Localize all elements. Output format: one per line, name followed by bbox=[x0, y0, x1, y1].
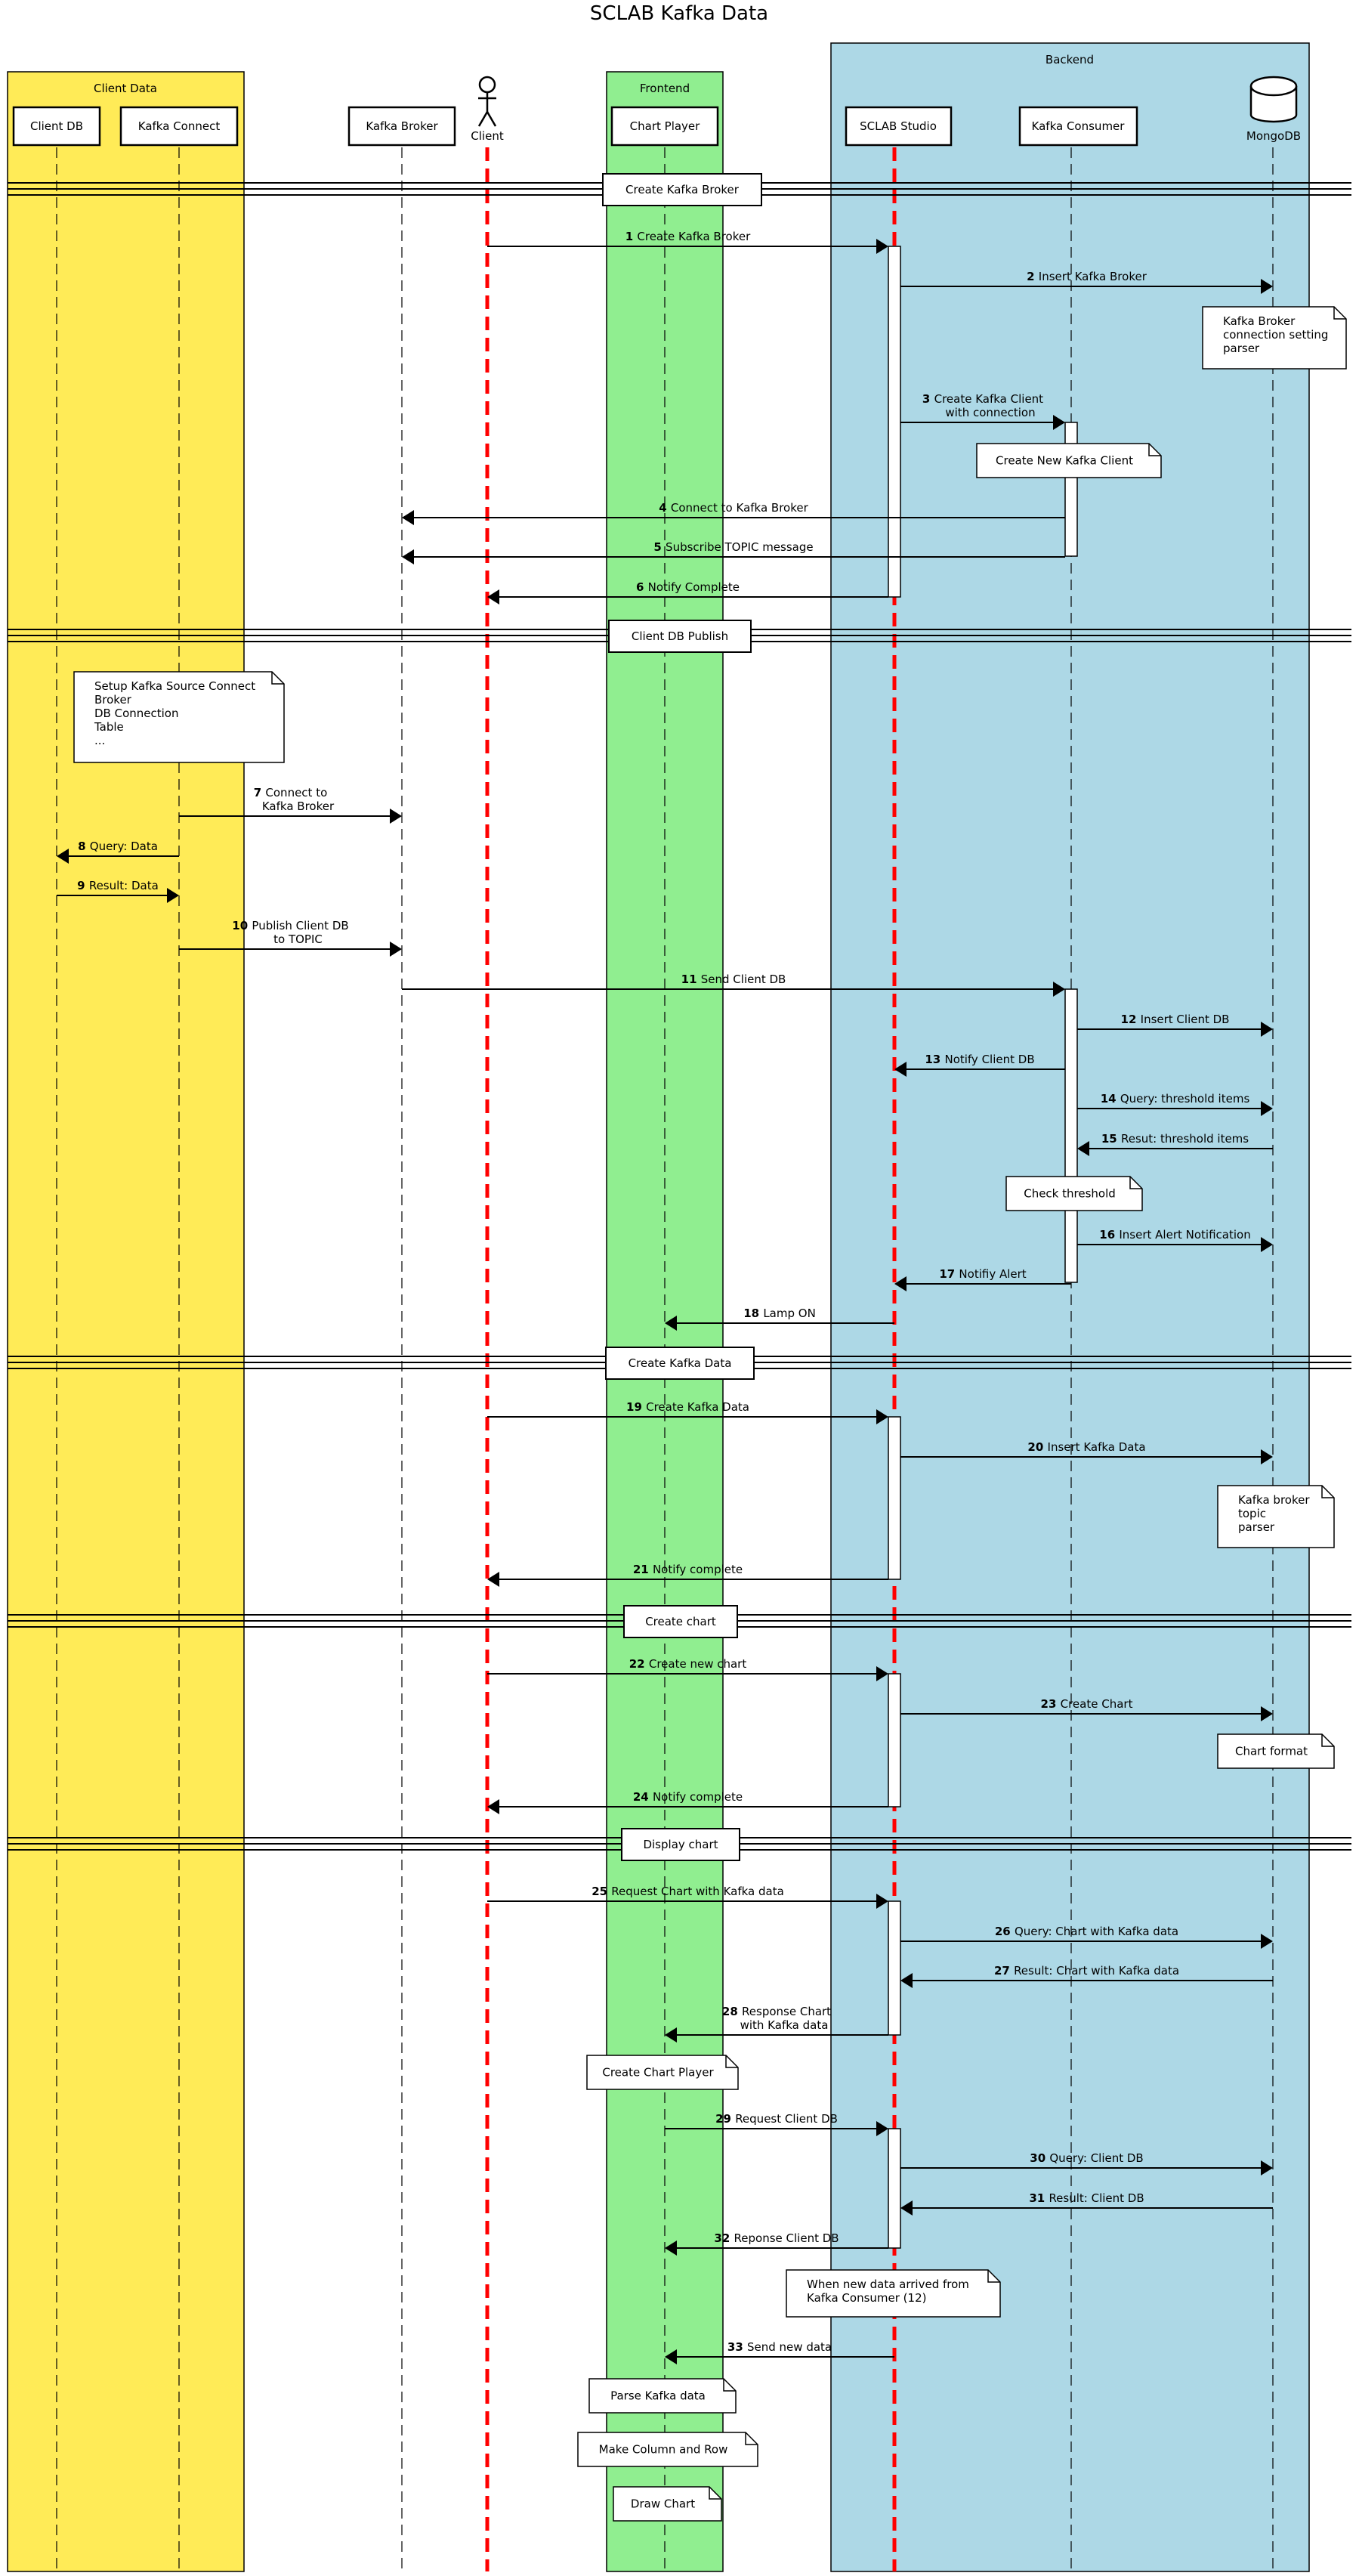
note: Kafka Broker connection setting parser bbox=[1202, 306, 1347, 370]
message-label: 20 Insert Kafka Data bbox=[1027, 1440, 1145, 1454]
participant-kafka-broker[interactable]: Kafka Broker bbox=[347, 106, 456, 147]
message-label: 21 Notify complete bbox=[633, 1563, 743, 1576]
message-label: 9 Result: Data bbox=[77, 879, 159, 892]
note: Kafka broker topic parser bbox=[1217, 1485, 1335, 1548]
message-label: 2 Insert Kafka Broker bbox=[1027, 270, 1147, 283]
section-divider-label: Client DB Publish bbox=[632, 629, 728, 643]
message-label: 16 Insert Alert Notification bbox=[1099, 1228, 1250, 1242]
participant-label: Chart Player bbox=[630, 119, 700, 133]
message-label: 1 Create Kafka Broker bbox=[625, 230, 751, 243]
note-text: Chart format bbox=[1235, 1745, 1308, 1758]
note: Chart format bbox=[1217, 1733, 1335, 1769]
message-label: 29 Request Client DB bbox=[715, 2112, 838, 2126]
activation-bar bbox=[888, 1673, 901, 1808]
participant-client-actor[interactable]: Client bbox=[471, 76, 504, 143]
message-label: 23 Create Chart bbox=[1041, 1697, 1133, 1711]
arrowhead-icon bbox=[390, 809, 402, 824]
message-label: 5 Subscribe TOPIC message bbox=[653, 540, 813, 554]
note: Setup Kafka Source Connect Broker DB Conne… bbox=[73, 671, 285, 763]
section-divider-label: Create Kafka Data bbox=[629, 1356, 732, 1370]
note-text: Make Column and Row bbox=[599, 2443, 728, 2457]
participant-label: Kafka Connect bbox=[138, 119, 221, 133]
message-label: 13 Notify Client DB bbox=[925, 1053, 1034, 1066]
participant-label: Client bbox=[471, 129, 504, 143]
message-label: 6 Notify Complete bbox=[636, 580, 740, 594]
message-label: 31 Result: Client DB bbox=[1029, 2191, 1144, 2205]
note: Create New Kafka Client bbox=[976, 443, 1162, 478]
note: Create Chart Player bbox=[586, 2055, 739, 2090]
message-label: 7 Connect to Kafka Broker bbox=[254, 786, 335, 813]
participant-label: SCLAB Studio bbox=[860, 119, 937, 133]
section-divider-label: Create Kafka Broker bbox=[625, 183, 740, 196]
message-label: 22 Create new chart bbox=[629, 1657, 747, 1671]
activation-bar bbox=[888, 1416, 901, 1580]
section-divider-label: Create chart bbox=[645, 1615, 716, 1628]
message-label: 27 Result: Chart with Kafka data bbox=[994, 1964, 1179, 1978]
note: Make Column and Row bbox=[577, 2432, 758, 2467]
participant-label: MongoDB bbox=[1246, 129, 1301, 143]
note: Parse Kafka data bbox=[588, 2378, 737, 2414]
note-text: Create Chart Player bbox=[602, 2066, 714, 2080]
arrowhead-icon bbox=[402, 510, 414, 525]
activation-bar bbox=[888, 2128, 901, 2249]
group-label-backend: Backend bbox=[1046, 53, 1094, 66]
actor-icon bbox=[477, 76, 497, 127]
participant-sclab-studio[interactable]: SCLAB Studio bbox=[845, 106, 953, 147]
note-text: Parse Kafka data bbox=[610, 2389, 706, 2403]
activation-bar bbox=[1064, 988, 1078, 1283]
note: When new data arrived from Kafka Consumer… bbox=[786, 2269, 1001, 2318]
message-label: 25 Request Chart with Kafka data bbox=[591, 1885, 784, 1898]
note: Draw Chart bbox=[613, 2486, 722, 2522]
participant-mongodb[interactable]: MongoDB bbox=[1246, 76, 1301, 143]
message-label: 4 Connect to Kafka Broker bbox=[659, 501, 808, 515]
message-label: 33 Send new data bbox=[727, 2340, 832, 2354]
group-label-frontend: Frontend bbox=[640, 82, 690, 95]
message-label: 14 Query: threshold items bbox=[1101, 1092, 1250, 1106]
message-label: 32 Reponse Client DB bbox=[714, 2231, 839, 2245]
participant-chart-player[interactable]: Chart Player bbox=[610, 106, 719, 147]
participant-label: Kafka Consumer bbox=[1032, 119, 1126, 133]
note-text: Check threshold bbox=[1024, 1187, 1116, 1201]
activation-bar bbox=[888, 1900, 901, 2036]
arrowhead-icon bbox=[402, 549, 414, 564]
message-label: 10 Publish Client DB to TOPIC bbox=[232, 919, 348, 946]
arrowhead-icon bbox=[390, 942, 402, 957]
participant-label: Kafka Broker bbox=[366, 119, 438, 133]
participant-label: Client DB bbox=[30, 119, 83, 133]
message-label: 15 Resut: threshold items bbox=[1101, 1132, 1249, 1146]
participant-kafka-consumer[interactable]: Kafka Consumer bbox=[1018, 106, 1138, 147]
activation-bar bbox=[1064, 422, 1078, 557]
message-label: 28 Response Chart with Kafka data bbox=[722, 2005, 831, 2032]
participant-kafka-connect[interactable]: Kafka Connect bbox=[119, 106, 239, 147]
message-label: 12 Insert Client DB bbox=[1121, 1013, 1230, 1026]
note-text: Create New Kafka Client bbox=[996, 454, 1133, 468]
message-label: 11 Send Client DB bbox=[681, 973, 786, 986]
group-label-client-data: Client Data bbox=[94, 82, 157, 95]
message-label: 18 Lamp ON bbox=[743, 1307, 816, 1320]
message-label: 19 Create Kafka Data bbox=[626, 1400, 749, 1414]
message-label: 24 Notify complete bbox=[633, 1790, 743, 1804]
note: Check threshold bbox=[1005, 1176, 1143, 1211]
activation-bar bbox=[888, 246, 901, 598]
database-icon bbox=[1249, 76, 1298, 123]
message-label: 17 Notifiy Alert bbox=[939, 1267, 1026, 1281]
section-divider-label: Display chart bbox=[643, 1838, 718, 1851]
participant-client-db[interactable]: Client DB bbox=[12, 106, 101, 147]
diagram-title: SCLAB Kafka Data bbox=[590, 2, 768, 25]
group-box-client-data bbox=[7, 71, 245, 2572]
message-label: 26 Query: Chart with Kafka data bbox=[995, 1925, 1178, 1938]
note-text: Draw Chart bbox=[631, 2497, 695, 2511]
sequence-diagram: SCLAB Kafka Data Client Data Frontend Ba… bbox=[7, 2, 1351, 2572]
message-label: 30 Query: Client DB bbox=[1030, 2151, 1143, 2165]
message-label: 8 Query: Data bbox=[78, 840, 158, 853]
